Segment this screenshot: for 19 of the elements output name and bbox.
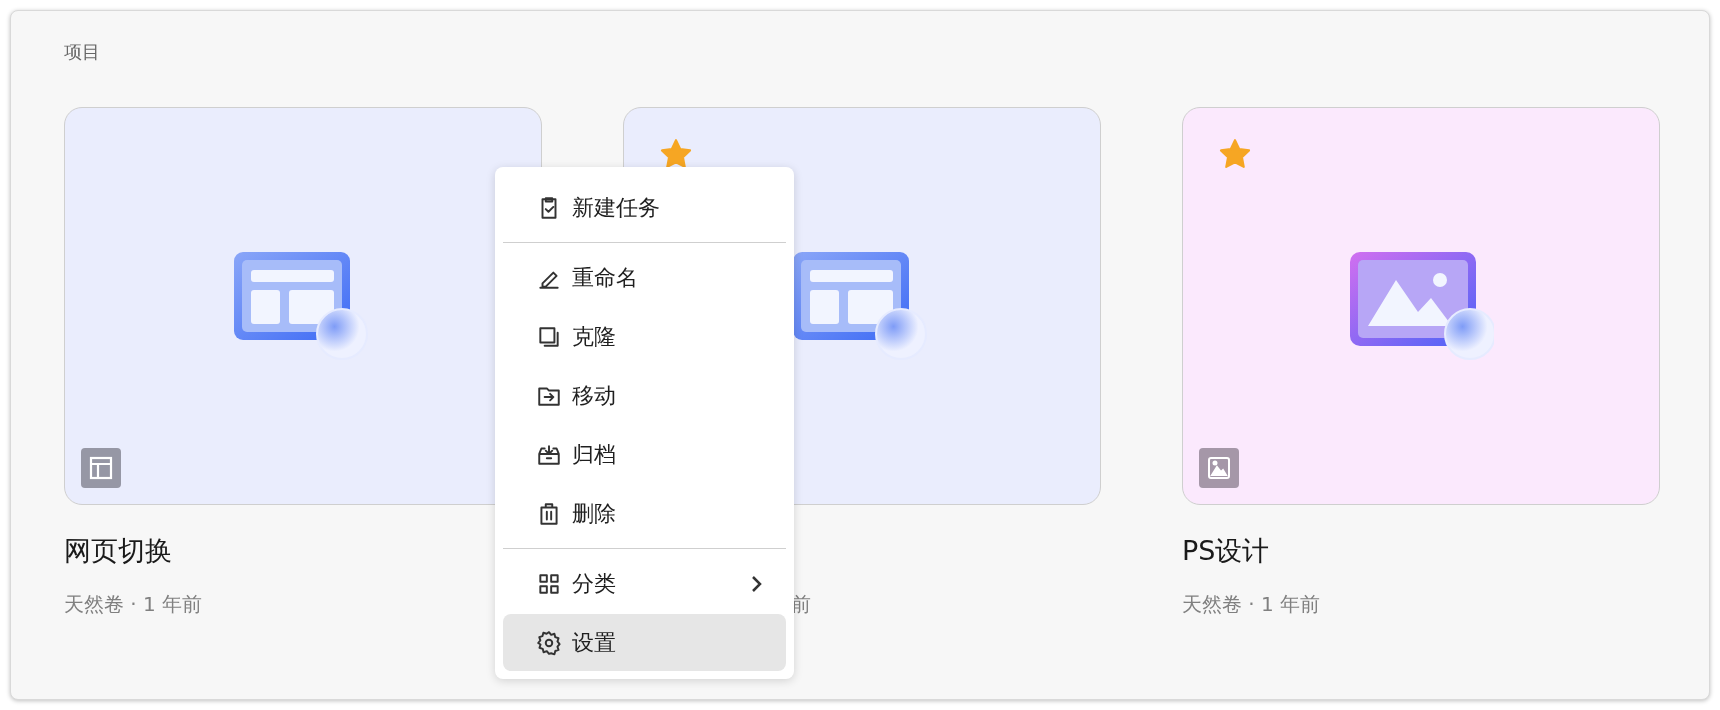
settings-icon (536, 629, 562, 656)
project-title: 网页切换 (64, 534, 173, 568)
menu-item[interactable]: 移动 (503, 367, 786, 424)
project-card[interactable] (1182, 107, 1660, 505)
menu-item[interactable]: 设置 (503, 614, 786, 671)
project-meta: 天然卷 · 1 年前 (64, 591, 204, 618)
layout-icon (81, 448, 121, 488)
project-title: PS设计 (1182, 534, 1271, 568)
project-meta: 前 (791, 591, 812, 618)
menu-item[interactable]: 删除 (503, 485, 786, 542)
menu-item[interactable]: 重命名 (503, 249, 786, 306)
project-card[interactable] (64, 107, 542, 505)
image-icon (1199, 448, 1239, 488)
menu-item[interactable]: 克隆 (503, 308, 786, 365)
project-meta: 天然卷 · 1 年前 (1182, 591, 1322, 618)
menu-item[interactable]: 新建任务 (503, 179, 786, 236)
menu-item[interactable]: 分类 (503, 555, 786, 612)
menu-item[interactable]: 归档 (503, 426, 786, 483)
section-title: 项目 (64, 40, 101, 64)
